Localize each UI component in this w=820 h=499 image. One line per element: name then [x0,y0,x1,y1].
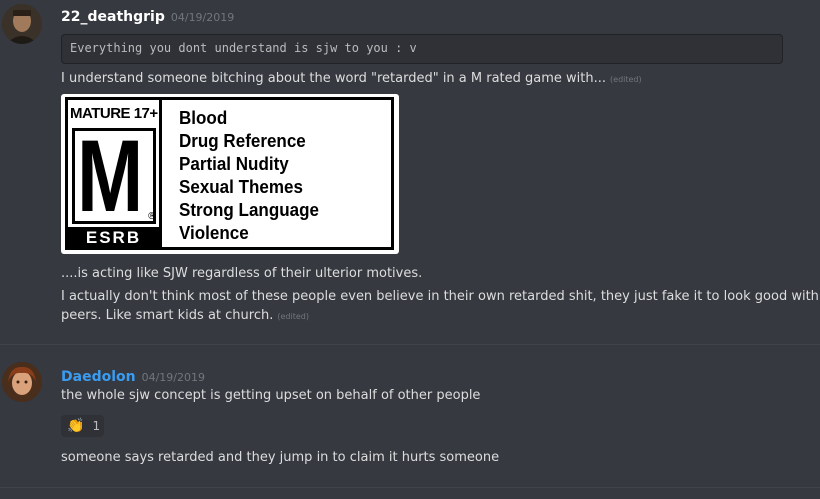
clap-emoji: 👏 [67,418,85,434]
esrb-rating-box: MATURE 17+ M ® ESRB [68,100,162,247]
esrb-letter-box: M ® [72,121,157,231]
reaction-count: 1 [92,419,101,433]
reaction-button[interactable]: 👏 1 [61,415,104,437]
code-block: Everything you dont understand is sjw to… [61,34,783,64]
descriptor: Sexual Themes [179,176,303,197]
avatar[interactable] [2,362,42,402]
descriptor: Blood [179,107,228,128]
message-text: peers. Like smart kids at church. (edited… [61,308,309,323]
username[interactable]: Daedolon [61,369,136,385]
descriptor: Partial Nudity [179,153,289,174]
message-text: ....is acting like SJW regardless of the… [61,266,423,281]
timestamp: 04/19/2019 [141,371,205,384]
message-divider [0,344,820,345]
message-divider [0,487,820,488]
avatar[interactable] [2,4,42,44]
edited-label: (edited) [610,75,642,84]
message-text: someone says retarded and they jump in t… [61,450,500,465]
descriptor: Violence [179,222,249,243]
esrb-descriptors: Blood Drug Reference Partial Nudity Sexu… [179,106,331,244]
message-text: I actually don't think most of these peo… [61,289,820,304]
message-text-content: peers. Like smart kids at church. [61,308,274,323]
esrb-logo: ESRB [68,227,159,247]
esrb-rating-image[interactable]: MATURE 17+ M ® ESRB Blood Drug Reference… [61,94,399,254]
descriptor: Strong Language [179,199,319,220]
esrb-letter: M [77,119,144,233]
username[interactable]: 22_deathgrip [61,9,165,25]
descriptor: Drug Reference [179,130,306,151]
timestamp: 04/19/2019 [170,11,235,24]
registered-mark: ® [147,211,157,222]
message-text: the whole sjw concept is getting upset o… [61,388,481,403]
message-text: I understand someone bitching about the … [61,71,642,86]
esrb-label: MATURE 17+ M ® ESRB Blood Drug Reference… [65,97,394,250]
message-text-content: I understand someone bitching about the … [61,71,607,86]
edited-label: (edited) [277,312,309,321]
